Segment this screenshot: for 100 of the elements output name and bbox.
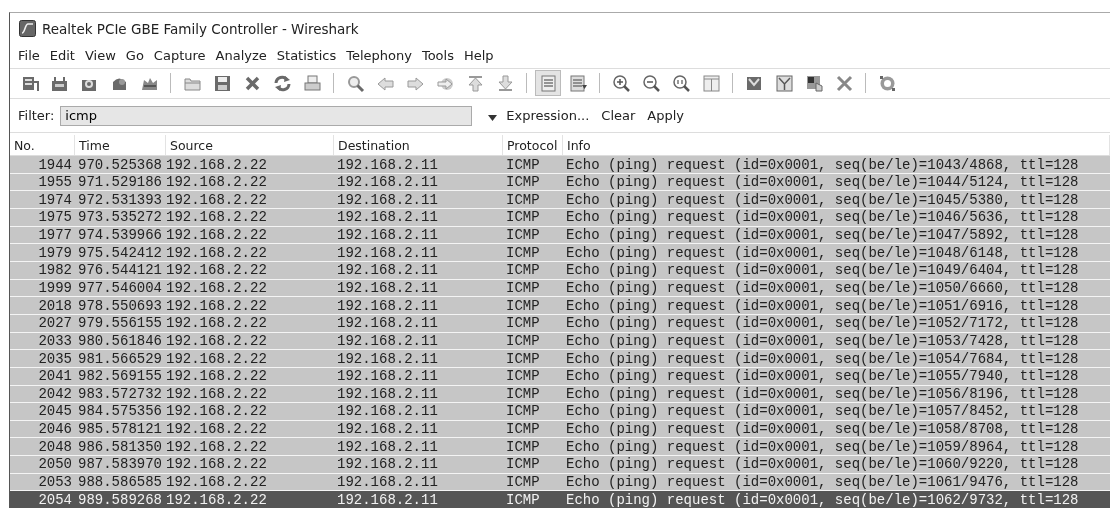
packet-row[interactable]: 2048 986.581350 192.168.2.22 192.168.2.11 ICMP Echo (ping) request (id=0x0001, seq(be/le)=1059/8964, ttl=128 (10, 438, 1110, 457)
table-cell-text: 192.168.2.22 (166, 456, 268, 473)
table-cell-text: ICMP (505, 227, 541, 244)
column-header[interactable]: Info (563, 135, 1110, 156)
zoom-reset-icon (671, 73, 691, 93)
table-cell-text: 192.168.2.22 (166, 156, 268, 173)
table-cell-text: ICMP (505, 209, 541, 226)
table-cell-text: ICMP (505, 474, 541, 491)
table-cell-text: 192.168.2.22 (166, 191, 268, 208)
table-cell-text: 192.168.2.22 (166, 421, 268, 438)
resize-columns-icon (701, 73, 721, 93)
table-cell-text: 1999 (37, 280, 73, 296)
filter-field[interactable]: icmp (60, 105, 473, 126)
dropdown-caret-icon[interactable] (488, 115, 498, 122)
table-cell-text: 192.168.2.11 (336, 491, 439, 508)
table-cell-text: 192.168.2.11 (336, 438, 439, 455)
table-cell-text: 973.535272 (77, 209, 163, 226)
column-header[interactable]: Source (166, 135, 334, 156)
zoom-out-icon (641, 73, 661, 93)
reload-icon (272, 73, 292, 93)
column-header[interactable]: Time (75, 135, 166, 156)
table-cell-text: 2042 (37, 385, 73, 402)
table-cell-text: 192.168.2.22 (166, 297, 268, 314)
table-cell-text: 2045 (37, 403, 73, 420)
zoom-in-icon (611, 73, 631, 93)
table-cell-text: 192.168.2.11 (336, 244, 439, 261)
table-cell-text: ICMP (505, 456, 541, 473)
table-cell-text: 192.168.2.22 (166, 227, 268, 244)
table-cell-text: 1974 (37, 191, 73, 208)
app-icon (19, 20, 36, 38)
table-cell-text: 192.168.2.11 (336, 403, 439, 420)
table-cell-text: Echo (ping) request (id=0x0001, seq(be/le)=1060/9220, ttl=128 (565, 456, 1080, 473)
packet-row[interactable]: 2050 987.583970 192.168.2.22 192.168.2.11 ICMP Echo (ping) request (id=0x0001, seq(be/le)=1060/9220, ttl=128 (10, 456, 1110, 474)
column-header[interactable]: Destination (334, 135, 503, 156)
menu-item[interactable]: Help (463, 48, 502, 64)
table-cell-text: ICMP (505, 332, 541, 349)
table-cell-text: 980.561846 (77, 332, 163, 349)
menu-item[interactable]: Statistics (276, 48, 345, 64)
menu-item[interactable]: File (18, 48, 48, 64)
lifebuoy-icon (877, 73, 897, 93)
table-cell-text: 989.589268 (77, 491, 163, 508)
table-cell-text: 974.539966 (77, 227, 163, 244)
table-cell-text: Echo (ping) request (id=0x0001, seq(be/le)=1047/5892, ttl=128 (565, 227, 1080, 244)
table-cell-text: Echo (ping) request (id=0x0001, seq(be/le)=1059/8964, ttl=128 (565, 438, 1080, 455)
table-cell-text: 192.168.2.11 (336, 421, 439, 438)
packet-row[interactable]: 1974 972.531393 192.168.2.22 192.168.2.11 ICMP Echo (ping) request (id=0x0001, seq(be/le)=1045/5380, ttl=128 (10, 191, 1110, 210)
table-cell-text: Echo (ping) request (id=0x0001, seq(be/le)=1055/7940, ttl=128 (565, 368, 1080, 385)
packet-row[interactable]: 2054 989.589268 192.168.2.22 192.168.2.11 ICMP Echo (ping) request (id=0x0001, seq(be/le)=1062/9732, ttl=128 (10, 491, 1110, 508)
window-title: Realtek PCIe GBE Family Controller - Wireshark (42, 20, 359, 37)
packet-row[interactable]: 2045 984.575356 192.168.2.22 192.168.2.11 ICMP Echo (ping) request (id=0x0001, seq(be/le)=1057/8452, ttl=128 (10, 403, 1110, 421)
filter-button[interactable]: Expression... (503, 108, 593, 124)
table-cell-text: 979.556155 (77, 315, 163, 332)
menu-item[interactable]: Capture (153, 48, 214, 64)
packet-row[interactable]: 1979 975.542412 192.168.2.22 192.168.2.11 ICMP Echo (ping) request (id=0x0001, seq(be/le)=1048/6148, ttl=128 (10, 244, 1110, 263)
table-cell-text: Echo (ping) request (id=0x0001, seq(be/le)=1052/7172, ttl=128 (565, 315, 1080, 332)
table-cell-text: 2027 (37, 315, 73, 332)
table-cell-text: ICMP (505, 297, 541, 314)
table-cell-text: 2053 (37, 474, 73, 491)
table-cell-text: 192.168.2.11 (336, 156, 439, 173)
table-cell-text: ICMP (505, 491, 541, 508)
table-cell-text: 192.168.2.22 (166, 332, 268, 349)
packet-row[interactable]: 1975 973.535272 192.168.2.22 192.168.2.11 ICMP Echo (ping) request (id=0x0001, seq(be/le)=1046/5636, ttl=128 (10, 209, 1110, 227)
table-cell-text: 192.168.2.22 (166, 474, 268, 491)
filter-button[interactable]: Clear (598, 108, 639, 124)
table-cell-text: ICMP (505, 438, 541, 455)
print-icon (302, 73, 322, 93)
table-cell-text: 984.575356 (77, 403, 163, 420)
table-cell-text: ICMP (505, 156, 541, 173)
table-cell-text: Echo (ping) request (id=0x0001, seq(be/le)=1062/9732, ttl=128 (565, 491, 1080, 508)
table-cell-text: 2046 (37, 421, 73, 438)
table-cell-text: 192.168.2.22 (166, 438, 268, 455)
table-cell-text: ICMP (505, 421, 541, 438)
table-cell-text: 1955 (37, 174, 73, 191)
menu-item[interactable]: Go (125, 48, 152, 64)
table-cell-text: ICMP (505, 244, 541, 261)
menu-item[interactable]: Telephony (346, 48, 420, 64)
packet-row[interactable]: 2035 981.566529 192.168.2.22 192.168.2.11 ICMP Echo (ping) request (id=0x0001, seq(be/le)=1054/7684, ttl=128 (10, 350, 1110, 368)
table-cell-text: 192.168.2.11 (336, 191, 439, 208)
menu-item[interactable]: Analyze (215, 48, 275, 64)
table-cell-text: 986.581350 (77, 438, 163, 455)
packet-row[interactable]: 1944 970.525368 192.168.2.22 192.168.2.11 ICMP Echo (ping) request (id=0x0001, seq(be/le)=1043/4868, ttl=128 (10, 156, 1110, 174)
menu-item[interactable]: Tools (421, 48, 462, 64)
filter-button[interactable]: Apply (644, 108, 688, 124)
table-cell-text: ICMP (505, 280, 541, 296)
table-cell-text: Echo (ping) request (id=0x0001, seq(be/le)=1053/7428, ttl=128 (565, 332, 1080, 349)
save-icon (212, 73, 232, 93)
table-cell-text: 192.168.2.22 (166, 209, 268, 226)
column-header[interactable]: Protocol (503, 135, 563, 156)
column-header[interactable]: No. (10, 135, 75, 156)
table-cell-text: ICMP (505, 315, 541, 332)
table-cell-text: Echo (ping) request (id=0x0001, seq(be/le)=1050/6660, ttl=128 (565, 280, 1080, 296)
packet-row[interactable]: 1982 976.544121 192.168.2.22 192.168.2.11 ICMP Echo (ping) request (id=0x0001, seq(be/le)=1049/6404, ttl=128 (10, 262, 1110, 280)
table-cell-text: 192.168.2.11 (336, 456, 439, 473)
menu-item[interactable]: View (84, 48, 124, 64)
table-cell-text: 1979 (37, 244, 73, 261)
table-cell-text: 192.168.2.22 (166, 368, 268, 385)
menu-item[interactable]: Edit (49, 48, 83, 64)
table-cell-text: 972.531393 (77, 191, 163, 208)
packet-row[interactable]: 2018 978.550693 192.168.2.22 192.168.2.11 ICMP Echo (ping) request (id=0x0001, seq(be/le)=1051/6916, ttl=128 (10, 297, 1110, 315)
list-scroll-icon (568, 73, 588, 93)
